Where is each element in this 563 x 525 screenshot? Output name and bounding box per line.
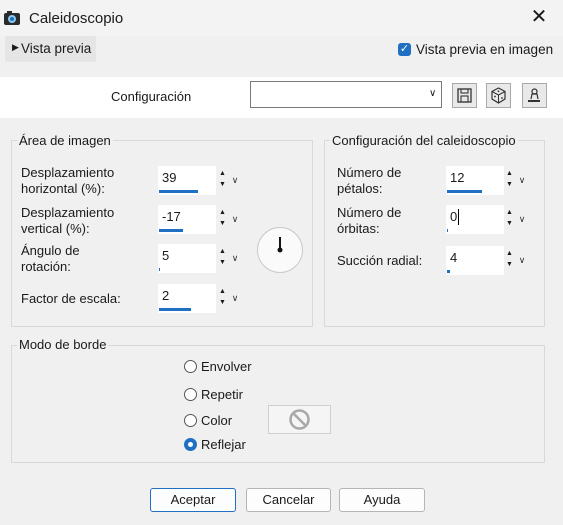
radial-suction-bar bbox=[447, 270, 450, 273]
vertical-offset-bar bbox=[159, 229, 183, 232]
chevron-right-icon: ▶ bbox=[12, 42, 19, 52]
kaleidoscope-config-legend: Configuración del caleidoscopio bbox=[330, 133, 518, 148]
orbit-count-input[interactable]: 0 bbox=[446, 205, 504, 234]
preview-in-image-checkbox[interactable]: ✓ bbox=[398, 43, 411, 56]
configuration-select[interactable]: ∨ bbox=[250, 81, 442, 108]
horizontal-offset-label-line1: Desplazamiento bbox=[21, 165, 115, 180]
image-area-legend: Área de imagen bbox=[17, 133, 113, 148]
vertical-offset-label: Desplazamiento vertical (%): bbox=[21, 205, 114, 237]
petal-count-bar bbox=[447, 190, 482, 193]
rotation-dial[interactable] bbox=[257, 227, 303, 273]
horizontal-offset-label: Desplazamiento horizontal (%): bbox=[21, 165, 114, 197]
spin-up-icon: ▲ bbox=[506, 170, 513, 177]
radial-suction-input[interactable]: 4 bbox=[446, 246, 504, 275]
border-mode-repeat-radio[interactable] bbox=[184, 388, 197, 401]
petal-count-input[interactable]: 12 bbox=[446, 166, 504, 195]
randomize-button[interactable] bbox=[486, 83, 511, 108]
no-entry-icon bbox=[289, 409, 310, 430]
border-mode-wrap-label: Envolver bbox=[201, 359, 252, 374]
orbit-count-label-line1: Número de bbox=[337, 205, 402, 220]
text-cursor bbox=[458, 209, 459, 225]
scale-factor-value: 2 bbox=[162, 288, 170, 303]
spin-down-icon: ▼ bbox=[506, 220, 513, 227]
spin-down-icon: ▼ bbox=[219, 220, 226, 227]
horizontal-offset-value: 39 bbox=[162, 170, 177, 185]
help-button[interactable]: Ayuda bbox=[339, 488, 425, 512]
scale-factor-dropdown[interactable]: ∨ bbox=[229, 286, 241, 310]
horizontal-offset-input[interactable]: 39 bbox=[158, 166, 216, 195]
horizontal-offset-dropdown[interactable]: ∨ bbox=[229, 168, 241, 192]
reset-stamp-icon bbox=[528, 88, 540, 102]
vertical-offset-input[interactable]: -17 bbox=[158, 205, 216, 234]
chevron-down-icon: ∨ bbox=[429, 88, 437, 99]
petal-count-value: 12 bbox=[450, 170, 465, 185]
border-mode-reflect-label: Reflejar bbox=[201, 437, 246, 452]
rotation-angle-label: Ángulo de rotación: bbox=[21, 243, 80, 275]
configuration-label: Configuración bbox=[111, 89, 192, 104]
border-mode-wrap-radio[interactable] bbox=[184, 360, 197, 373]
border-mode-color-radio[interactable] bbox=[184, 414, 197, 427]
scale-factor-input[interactable]: 2 bbox=[158, 284, 216, 313]
reset-button[interactable] bbox=[522, 83, 547, 108]
cancel-button[interactable]: Cancelar bbox=[246, 488, 331, 512]
orbit-count-label-line2: órbitas: bbox=[337, 221, 380, 236]
camera-app-icon bbox=[4, 11, 20, 25]
border-color-swatch bbox=[268, 405, 331, 434]
spin-up-icon: ▲ bbox=[506, 250, 513, 257]
border-mode-group bbox=[11, 345, 545, 463]
preview-in-image-label: Vista previa en imagen bbox=[416, 42, 554, 57]
spin-up-icon: ▲ bbox=[219, 209, 226, 216]
border-mode-legend: Modo de borde bbox=[17, 337, 109, 352]
title-bar: Caleidoscopio ✕ bbox=[0, 0, 563, 36]
orbit-count-bar bbox=[447, 229, 448, 232]
rotation-dial-icon bbox=[277, 237, 283, 253]
accept-button[interactable]: Aceptar bbox=[150, 488, 236, 512]
rotation-angle-dropdown[interactable]: ∨ bbox=[229, 246, 241, 270]
floppy-disk-icon bbox=[457, 88, 472, 103]
orbit-count-dropdown[interactable]: ∨ bbox=[516, 207, 528, 231]
scale-factor-label: Factor de escala: bbox=[21, 291, 121, 306]
spin-down-icon: ▼ bbox=[506, 261, 513, 268]
border-mode-repeat-label: Repetir bbox=[201, 387, 243, 402]
spin-up-icon: ▲ bbox=[219, 170, 226, 177]
spin-down-icon: ▼ bbox=[219, 259, 226, 266]
preview-toggle-button[interactable]: ▶ Vista previa bbox=[5, 36, 96, 62]
spin-up-icon: ▲ bbox=[219, 248, 226, 255]
petal-count-label-line1: Número de bbox=[337, 165, 402, 180]
spin-down-icon: ▼ bbox=[219, 181, 226, 188]
radial-suction-value: 4 bbox=[450, 250, 458, 265]
petal-count-label-line2: pétalos: bbox=[337, 181, 383, 196]
spin-up-icon: ▲ bbox=[219, 288, 226, 295]
spin-down-icon: ▼ bbox=[506, 181, 513, 188]
vertical-offset-label-line2: vertical (%): bbox=[21, 221, 90, 236]
orbit-count-value: 0 bbox=[450, 209, 458, 224]
spin-up-icon: ▲ bbox=[506, 209, 513, 216]
close-icon[interactable]: ✕ bbox=[528, 6, 550, 28]
scale-factor-bar bbox=[159, 308, 191, 311]
rotation-angle-value: 5 bbox=[162, 248, 170, 263]
vertical-offset-value: -17 bbox=[162, 209, 181, 224]
petal-count-dropdown[interactable]: ∨ bbox=[516, 168, 528, 192]
orbit-count-label: Número de órbitas: bbox=[337, 205, 401, 237]
rotation-angle-bar bbox=[159, 268, 160, 271]
preview-toggle-label: Vista previa bbox=[21, 41, 92, 56]
vertical-offset-label-line1: Desplazamiento bbox=[21, 205, 115, 220]
horizontal-offset-bar bbox=[159, 190, 198, 193]
window-title: Caleidoscopio bbox=[29, 10, 124, 27]
petal-count-label: Número de pétalos: bbox=[337, 165, 401, 197]
border-mode-reflect-radio[interactable] bbox=[184, 438, 197, 451]
horizontal-offset-label-line2: horizontal (%): bbox=[21, 181, 105, 196]
rotation-angle-label-line1: Ángulo de bbox=[21, 243, 80, 258]
spin-down-icon: ▼ bbox=[219, 299, 226, 306]
rotation-angle-input[interactable]: 5 bbox=[158, 244, 216, 273]
border-mode-color-label: Color bbox=[201, 413, 233, 428]
save-preset-button[interactable] bbox=[452, 83, 477, 108]
dice-icon bbox=[491, 87, 506, 104]
radial-suction-dropdown[interactable]: ∨ bbox=[516, 248, 528, 272]
vertical-offset-dropdown[interactable]: ∨ bbox=[229, 207, 241, 231]
rotation-angle-label-line2: rotación: bbox=[21, 259, 71, 274]
radial-suction-label: Succión radial: bbox=[337, 253, 423, 268]
